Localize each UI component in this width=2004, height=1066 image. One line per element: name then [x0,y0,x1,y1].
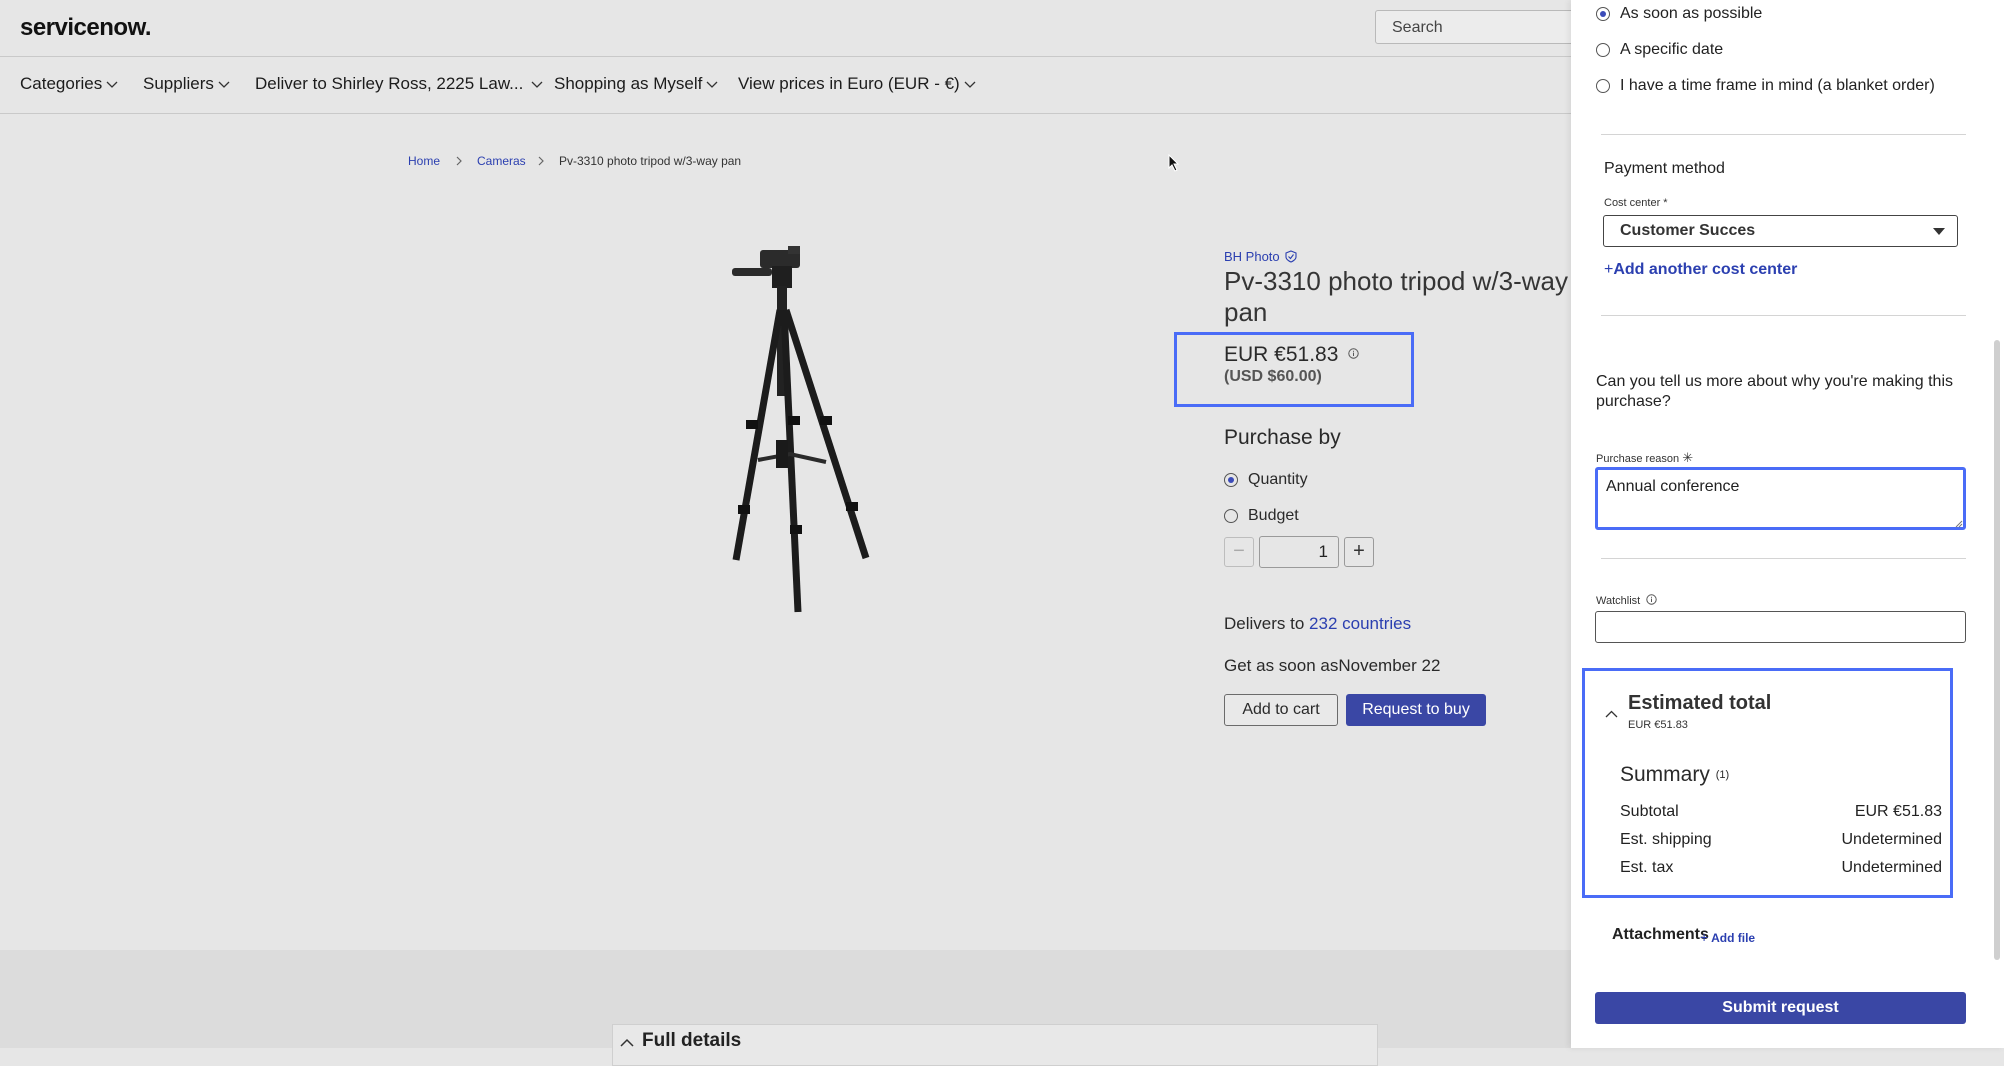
radio-asap[interactable] [1596,7,1610,21]
tax-value: Undetermined [1841,859,1943,876]
estimated-total-heading: Estimated total [1628,692,1772,714]
add-cost-center-link[interactable]: +Add another cost center [1604,261,1797,279]
nav-suppliers[interactable]: Suppliers [143,74,230,94]
subtotal-label: Subtotal [1620,803,1679,820]
chevron-right-icon [538,156,544,166]
radio-quantity[interactable] [1224,473,1238,487]
servicenow-logo[interactable]: servicenow. [20,14,152,42]
cost-center-value: Customer Succes [1620,222,1756,239]
nav-deliver-to[interactable]: Deliver to Shirley Ross, 2225 Law... [255,74,543,94]
radio-specific-date[interactable] [1596,43,1610,57]
watchlist-label: Watchlist [1596,594,1657,607]
info-icon[interactable] [1348,348,1359,359]
product-image [732,246,870,613]
subtotal-value: EUR €51.83 [1854,803,1942,820]
full-details-heading[interactable]: Full details [642,1030,741,1052]
delivers-to: Delivers to 232 countries [1224,614,1411,634]
chevron-down-icon [706,81,718,88]
countries-link[interactable]: 232 countries [1309,614,1411,633]
purchase-reason-textarea[interactable]: Annual conference [1595,467,1966,530]
chevron-down-icon [964,81,976,88]
plus-icon: + [1604,261,1614,278]
product-price: EUR €51.83 [1224,343,1359,367]
estimated-total-value: EUR €51.83 [1628,719,1688,731]
chevron-right-icon [456,156,462,166]
resize-handle-icon[interactable] [1955,520,1963,528]
summary-label: Summary [1620,763,1710,786]
chevron-up-icon[interactable] [620,1038,634,1047]
cost-center-select[interactable]: Customer Succes [1603,215,1958,247]
radio-quantity-label: Quantity [1248,471,1308,488]
divider [1601,134,1966,135]
plus-icon: + [1700,929,1709,945]
breadcrumb-current: Pv-3310 photo tripod w/3-way pan [559,154,742,168]
nav-suppliers-label: Suppliers [143,74,214,93]
radio-time-frame[interactable] [1596,79,1610,93]
chevron-down-icon [218,81,230,88]
breadcrumb-home[interactable]: Home [408,154,440,168]
purchase-by-heading: Purchase by [1224,426,1341,449]
cost-center-label: Cost center * [1604,197,1668,209]
add-file-label: Add file [1711,931,1756,945]
purchase-reason-label: Purchase reason ✳ [1596,450,1693,466]
add-cost-center-label: Add another cost center [1613,261,1798,278]
request-to-buy-button[interactable]: Request to buy [1346,694,1486,726]
radio-budget[interactable] [1224,509,1238,523]
purchase-question: Can you tell us more about why you're ma… [1596,373,1954,410]
radio-asap-label: As soon as possible [1620,5,1763,22]
chevron-up-icon[interactable] [1605,710,1618,718]
price-usd: (USD $60.00) [1224,368,1322,385]
divider [1601,315,1966,316]
chevron-down-icon [531,81,543,88]
divider [1601,558,1966,559]
product-title: Pv-3310 photo tripod w/3-way pan [1224,266,1568,327]
attachments-heading: Attachments [1612,926,1709,943]
increment-button[interactable]: + [1344,537,1374,567]
nav-deliver-to-label: Deliver to Shirley Ross, 2225 Law... [255,74,524,93]
shipping-label: Est. shipping [1620,831,1712,848]
radio-time-frame-label: I have a time frame in mind (a blanket o… [1620,77,1935,94]
top-header: servicenow. Search [0,0,1575,57]
search-input[interactable]: Search [1375,10,1575,44]
caret-down-icon [1933,228,1945,235]
chevron-down-icon [106,81,118,88]
shipping-value: Undetermined [1841,831,1943,848]
add-file-link[interactable]: + Add file [1700,929,1755,945]
nav-view-prices-label: View prices in Euro (EUR - €) [738,74,960,93]
main-nav: Categories Suppliers Deliver to Shirley … [0,57,1571,114]
purchase-reason-label-text: Purchase reason [1596,453,1680,465]
panel-scrollbar[interactable] [1994,340,2000,960]
radio-specific-date-label: A specific date [1620,41,1724,58]
verified-shield-icon [1285,250,1297,263]
watchlist-input[interactable] [1595,611,1966,643]
nav-view-prices[interactable]: View prices in Euro (EUR - €) [738,74,976,94]
required-asterisk-icon: ✳ [1682,450,1694,465]
radio-budget-label: Budget [1248,507,1299,524]
nav-categories[interactable]: Categories [20,74,118,94]
summary-count: (1) [1715,769,1730,781]
vendor-link[interactable]: BH Photo [1224,249,1297,264]
delivers-prefix: Delivers to [1224,614,1305,633]
add-to-cart-button[interactable]: Add to cart [1224,694,1338,726]
watchlist-label-text: Watchlist [1596,595,1641,607]
quantity-input[interactable] [1259,536,1339,568]
summary-heading: Summary (1) [1620,763,1729,787]
delivery-estimate: Get as soon asNovember 22 [1224,656,1441,675]
nav-shopping-as-label: Shopping as Myself [554,74,703,93]
vendor-name: BH Photo [1224,249,1280,264]
submit-request-button[interactable]: Submit request [1595,992,1966,1024]
info-icon[interactable] [1646,594,1657,605]
tax-label: Est. tax [1620,859,1674,876]
nav-shopping-as[interactable]: Shopping as Myself [554,74,718,94]
payment-method-heading: Payment method [1604,160,1725,177]
breadcrumb-cameras[interactable]: Cameras [477,154,526,168]
price-value: EUR €51.83 [1224,343,1339,366]
nav-categories-label: Categories [20,74,103,93]
decrement-button[interactable]: − [1224,537,1254,567]
cursor-icon [1168,154,1180,172]
